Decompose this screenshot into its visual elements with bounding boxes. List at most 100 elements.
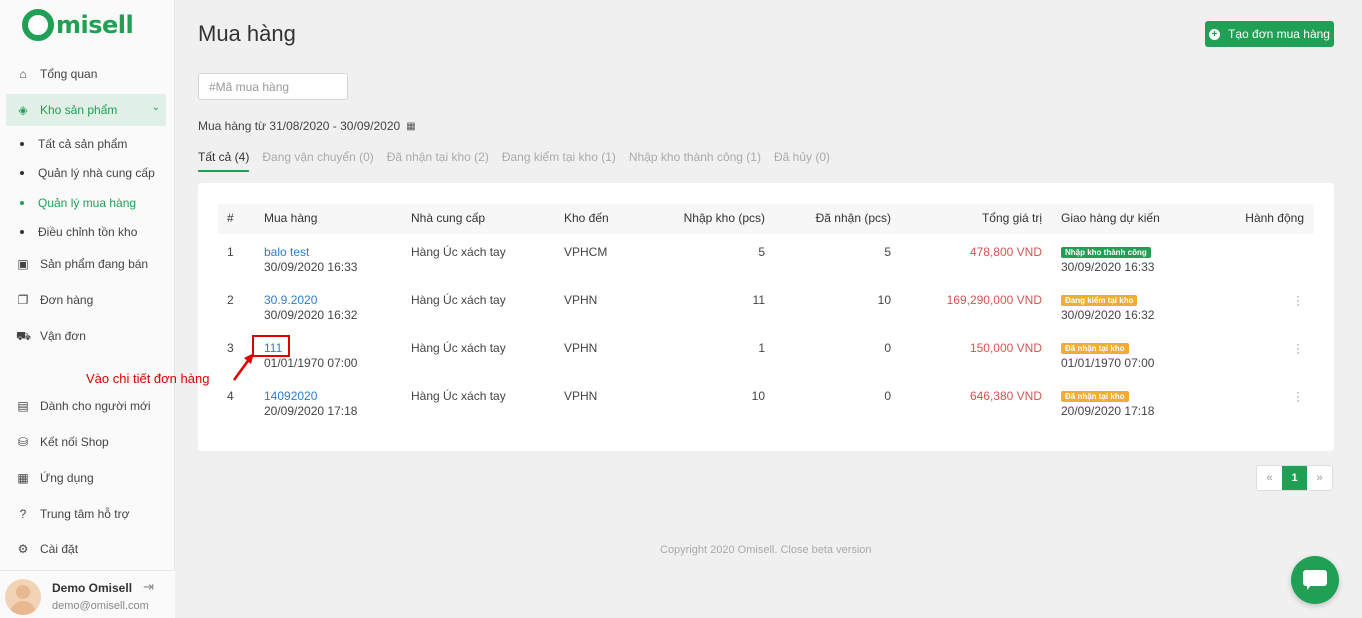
sidebar-subitem-label: Điều chỉnh tồn kho (38, 225, 138, 239)
tab-received[interactable]: Đã nhận tại kho (2) (387, 150, 489, 172)
sidebar-item-orders[interactable]: ❐ Đơn hàng (6, 284, 166, 316)
sidebar-item-overview[interactable]: ⌂ Tổng quan (6, 58, 166, 90)
warehouse: VPHN (564, 389, 598, 403)
total-value: 150,000 VND (969, 341, 1042, 355)
purchase-date: 30/09/2020 16:33 (264, 260, 358, 274)
purchase-code-link[interactable]: balo test (264, 245, 309, 259)
warehouse: VPHCM (564, 245, 608, 259)
supplier: Hàng Úc xách tay (411, 245, 506, 259)
total-value: 169,290,000 VND (946, 293, 1042, 307)
sidebar-item-help-center[interactable]: ? Trung tâm hỗ trợ (6, 498, 166, 530)
sidebar-item-shipments[interactable]: ⛟ Vận đơn (6, 320, 166, 352)
search-input[interactable] (198, 73, 348, 100)
received-qty: 5 (884, 245, 891, 259)
book-icon: ▤ (17, 399, 29, 413)
tab-cancelled[interactable]: Đã hủy (0) (774, 150, 830, 172)
warehouse: VPHN (564, 293, 598, 307)
tab-checking[interactable]: Đang kiểm tại kho (1) (502, 150, 616, 172)
create-purchase-order-button[interactable]: + Tạo đơn mua hàng (1205, 21, 1334, 47)
status-badge: Đã nhận tại kho (1061, 343, 1129, 354)
more-actions-icon[interactable]: · · · (1293, 290, 1303, 310)
supplier: Hàng Úc xách tay (411, 389, 506, 403)
import-qty: 11 (752, 293, 765, 307)
apps-icon: ▦ (17, 471, 29, 485)
status-badge: Đang kiểm tại kho (1061, 295, 1138, 306)
column-header: Mua hàng (264, 211, 318, 225)
bullet-icon (20, 230, 24, 234)
tab-in-transit[interactable]: Đang vận chuyển (0) (262, 150, 373, 172)
logout-icon[interactable]: ⇥ (143, 579, 154, 595)
status-badge: Nhập kho thành công (1061, 247, 1151, 258)
box-icon: ◈ (18, 103, 28, 117)
purchase-code-link[interactable]: 14092020 (264, 389, 317, 403)
user-name: Demo Omisell (52, 581, 133, 595)
sidebar-subitem-label: Quản lý nhà cung cấp (38, 166, 155, 180)
supplier: Hàng Úc xách tay (411, 293, 506, 307)
more-actions-icon[interactable]: · · · (1293, 338, 1303, 358)
sidebar-item-connect-shop[interactable]: ⛁ Kết nối Shop (6, 426, 166, 458)
column-header: Hành động (1245, 211, 1304, 225)
more-actions-icon[interactable]: · · · (1293, 386, 1303, 406)
sidebar-item-settings[interactable]: ⚙ Cài đặt (6, 533, 166, 565)
sidebar-item-label: Trung tâm hỗ trợ (40, 507, 130, 521)
sidebar-subitem-all-products[interactable]: Tất cả sản phẩm (20, 133, 127, 155)
logo-mark-icon (22, 9, 54, 41)
column-header: Tổng giá trị (981, 211, 1042, 225)
page-title: Mua hàng (198, 21, 296, 46)
shop-icon: ▣ (17, 257, 29, 271)
calendar-icon: ▦ (406, 120, 416, 132)
expected-date: 01/01/1970 07:00 (1061, 356, 1155, 370)
sidebar-item-label: Cài đặt (40, 542, 79, 556)
sidebar-item-selling-products[interactable]: ▣ Sản phẩm đang bán (6, 248, 166, 280)
avatar (5, 579, 41, 615)
home-icon: ⌂ (19, 67, 27, 81)
tab-import-success[interactable]: Nhập kho thành công (1) (629, 150, 761, 172)
sidebar-item-apps[interactable]: ▦ Ứng dụng (6, 462, 166, 494)
pagination: « 1 » (1256, 465, 1333, 491)
bullet-icon (20, 201, 24, 205)
bullet-icon (20, 142, 24, 146)
bullet-icon (20, 171, 24, 175)
pagination-prev[interactable]: « (1257, 466, 1282, 490)
expected-date: 30/09/2020 16:32 (1061, 308, 1155, 322)
column-header: # (227, 211, 234, 225)
pagination-page-current[interactable]: 1 (1282, 466, 1307, 490)
sidebar-item-label: Vận đơn (40, 329, 86, 343)
sidebar-item-label: Kho sản phẩm (40, 103, 118, 117)
sidebar-item-label: Kết nối Shop (40, 435, 109, 449)
truck-icon: ⛟ (16, 329, 32, 343)
row-number: 1 (227, 245, 234, 259)
row-number: 2 (227, 293, 234, 307)
footer-copyright: Copyright 2020 Omisell. Close beta versi… (660, 544, 872, 556)
orders-icon: ❐ (17, 293, 29, 307)
annotation-arrow-icon (232, 353, 254, 381)
import-qty: 10 (751, 389, 765, 403)
column-header: Kho đến (564, 211, 609, 225)
date-range-text: Mua hàng từ 31/08/2020 - 30/09/2020 (198, 119, 401, 133)
purchase-date: 01/01/1970 07:00 (264, 356, 358, 370)
supplier: Hàng Úc xách tay (411, 341, 506, 355)
received-qty: 0 (884, 389, 891, 403)
sidebar-item-label: Dành cho người mới (40, 399, 151, 413)
sidebar-subitem-purchasing[interactable]: Quản lý mua hàng (20, 192, 136, 214)
user-profile[interactable]: Demo Omisell demo@omisell.com ⇥ (0, 570, 175, 618)
omisell-logo[interactable]: misell (22, 8, 134, 42)
sidebar: misell ⌂ Tổng quan ◈ Kho sản phẩm ⌄ Tất … (0, 0, 175, 618)
pagination-next[interactable]: » (1307, 466, 1332, 490)
status-tabs: Tất cả (4) Đang vận chuyển (0) Đã nhận t… (198, 150, 843, 172)
sidebar-item-product-warehouse[interactable]: ◈ Kho sản phẩm ⌄ (6, 94, 166, 126)
sidebar-item-label: Đơn hàng (40, 293, 94, 307)
date-range-filter[interactable]: Mua hàng từ 31/08/2020 - 30/09/2020 ▦ (198, 119, 416, 133)
create-button-label: Tạo đơn mua hàng (1228, 27, 1330, 41)
sidebar-subitem-label: Quản lý mua hàng (38, 196, 137, 210)
chat-bubble-icon (1303, 570, 1327, 590)
chat-button[interactable] (1291, 556, 1339, 604)
sidebar-item-newcomers[interactable]: ▤ Dành cho người mới (6, 390, 166, 422)
received-qty: 0 (884, 341, 891, 355)
purchase-code-link[interactable]: 30.9.2020 (264, 293, 317, 307)
sidebar-subitem-suppliers[interactable]: Quản lý nhà cung cấp (20, 162, 155, 184)
tab-all[interactable]: Tất cả (4) (198, 150, 250, 172)
expected-date: 20/09/2020 17:18 (1061, 404, 1155, 418)
plus-circle-icon: + (1209, 28, 1221, 40)
sidebar-subitem-stock-adjust[interactable]: Điều chỉnh tồn kho (20, 221, 137, 243)
